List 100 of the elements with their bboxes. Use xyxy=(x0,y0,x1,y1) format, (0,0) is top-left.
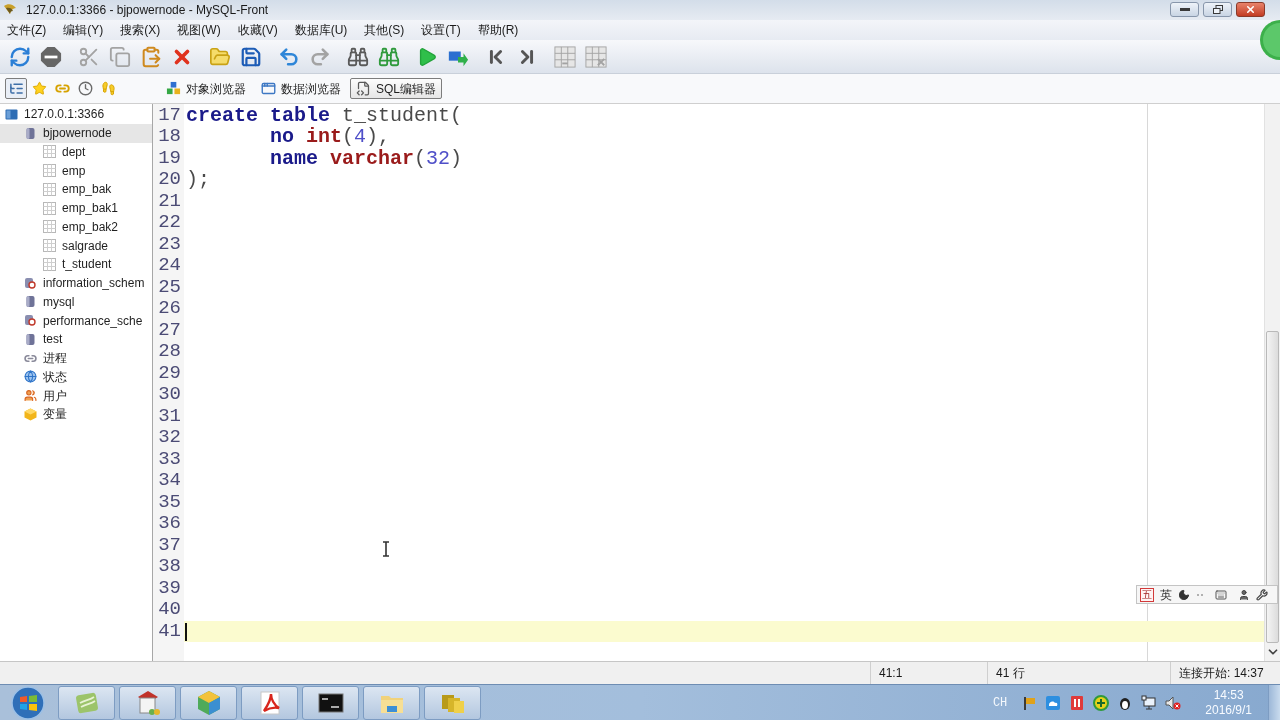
table-icon xyxy=(43,145,56,159)
tree-item[interactable]: 127.0.0.1:3366 xyxy=(0,105,152,124)
tree-item[interactable]: t_student xyxy=(0,255,152,274)
menu-item[interactable]: 数据库(U) xyxy=(291,21,351,39)
code-line: name varchar(32) xyxy=(269,147,464,169)
clock-icon xyxy=(77,81,93,96)
table-icon xyxy=(43,257,56,271)
line-number: 22 xyxy=(157,212,182,234)
footprints-icon xyxy=(100,81,116,96)
view-tab[interactable]: 对象浏览器 xyxy=(160,78,252,99)
tree-item[interactable]: performance_sche xyxy=(0,311,152,330)
connection-time: 连接开始: 14:37 xyxy=(1179,665,1264,682)
database-icon xyxy=(24,295,37,309)
start-button[interactable] xyxy=(8,685,48,720)
table-icon xyxy=(43,164,56,178)
input-mode-toggle[interactable]: 英 xyxy=(1160,585,1172,604)
database-search-icon xyxy=(24,314,37,328)
taskbar-app-button[interactable] xyxy=(302,685,359,720)
moon-icon[interactable] xyxy=(1178,588,1190,601)
tree-item[interactable]: 用户 xyxy=(0,386,152,405)
app-tile-icon[interactable] xyxy=(1069,694,1086,711)
line-number: 28 xyxy=(157,341,182,363)
tree-item[interactable]: dept xyxy=(0,142,152,162)
server-icon xyxy=(5,107,18,121)
plus-circle-icon[interactable] xyxy=(1093,694,1110,711)
menu-item[interactable]: 文件(Z) xyxy=(4,21,50,39)
flag-icon[interactable] xyxy=(1021,694,1038,711)
tree-item[interactable]: bjpowernode xyxy=(0,123,152,143)
tree-item[interactable]: 状态 xyxy=(0,367,152,387)
line-number: 34 xyxy=(157,470,182,492)
view-tab[interactable]: 数据浏览器 xyxy=(255,78,347,99)
line-number: 38 xyxy=(157,556,182,578)
tree-item[interactable]: mysql xyxy=(0,292,152,312)
tree-item[interactable]: information_schem xyxy=(0,273,152,293)
i-beam-cursor-icon xyxy=(382,541,390,557)
menu-item[interactable]: 搜索(X) xyxy=(117,21,164,39)
line-number: 35 xyxy=(157,491,182,513)
tree-item[interactable]: 进程 xyxy=(0,348,152,368)
menu-item[interactable]: 视图(W) xyxy=(174,21,224,39)
database-search-icon xyxy=(24,276,37,290)
users-icon xyxy=(24,389,37,403)
code-line: ); xyxy=(185,169,211,191)
restore-button[interactable] xyxy=(1203,2,1232,17)
window-grid-icon xyxy=(261,81,276,96)
line-number: 29 xyxy=(157,362,182,384)
text-caret xyxy=(185,622,187,641)
menu-item[interactable]: 其他(S) xyxy=(361,21,408,39)
start-orb-icon xyxy=(11,685,45,720)
tree-item[interactable]: emp_bak1 xyxy=(0,198,152,218)
line-number: 19 xyxy=(157,147,182,169)
globe-icon xyxy=(24,370,37,384)
menu-item[interactable]: 设置(T) xyxy=(418,21,464,39)
minimize-button[interactable] xyxy=(1170,2,1199,17)
cloud-app-icon[interactable] xyxy=(1045,694,1062,711)
table-icon xyxy=(43,239,56,253)
restore-icon xyxy=(1212,5,1223,14)
window-title: 127.0.0.1:3366 - bjpowernode - MySQL-Front xyxy=(26,2,269,19)
menu-item[interactable]: 帮助(R) xyxy=(474,21,522,39)
line-number: 27 xyxy=(157,319,182,341)
code-line: create table t_student( xyxy=(185,104,464,126)
database-icon xyxy=(24,332,37,346)
view-tab[interactable]: SQL编辑器 xyxy=(350,78,442,99)
table-icon xyxy=(43,182,56,196)
close-icon xyxy=(1245,4,1256,15)
tree-item[interactable]: emp_bak2 xyxy=(0,217,152,237)
line-number: 33 xyxy=(157,448,182,470)
tree-item[interactable]: emp_bak xyxy=(0,180,152,199)
line-number: 25 xyxy=(157,276,182,298)
tree-item[interactable]: test xyxy=(0,330,152,349)
line-number: 31 xyxy=(157,405,182,427)
dots-icon[interactable] xyxy=(1196,592,1204,597)
menu-item[interactable]: 收藏(V) xyxy=(234,21,281,39)
line-number: 32 xyxy=(157,427,182,449)
wrench-icon[interactable] xyxy=(1256,588,1268,601)
tree-item[interactable]: salgrade xyxy=(0,236,152,255)
table-icon xyxy=(43,220,56,234)
speaker-muted-icon[interactable] xyxy=(1165,694,1182,711)
line-number: 37 xyxy=(157,534,182,556)
line-count: 41 行 xyxy=(996,665,1025,682)
scrollbar-thumb[interactable] xyxy=(1266,331,1279,643)
vertical-scrollbar[interactable] xyxy=(1264,104,1280,661)
line-number: 30 xyxy=(157,384,182,406)
side-panel-tab[interactable] xyxy=(5,78,27,99)
tree-item[interactable]: emp xyxy=(0,161,152,180)
code-file-icon xyxy=(356,81,371,96)
line-number: 36 xyxy=(157,513,182,535)
show-desktop-button[interactable] xyxy=(1268,685,1280,720)
tree-item[interactable]: 变量 xyxy=(0,405,152,424)
line-number: 26 xyxy=(157,298,182,320)
chain-link-icon xyxy=(54,81,70,96)
input-method-logo[interactable]: 五 xyxy=(1140,587,1154,602)
minimize-icon xyxy=(1179,8,1190,11)
network-icon[interactable] xyxy=(1141,694,1158,711)
table-icon xyxy=(43,201,56,215)
user-icon[interactable] xyxy=(1238,588,1250,601)
menu-item[interactable]: 编辑(Y) xyxy=(60,21,107,39)
close-button[interactable] xyxy=(1236,2,1265,17)
line-number: 24 xyxy=(157,255,182,277)
line-number: 21 xyxy=(157,190,182,212)
keyboard-icon[interactable] xyxy=(1214,588,1228,601)
